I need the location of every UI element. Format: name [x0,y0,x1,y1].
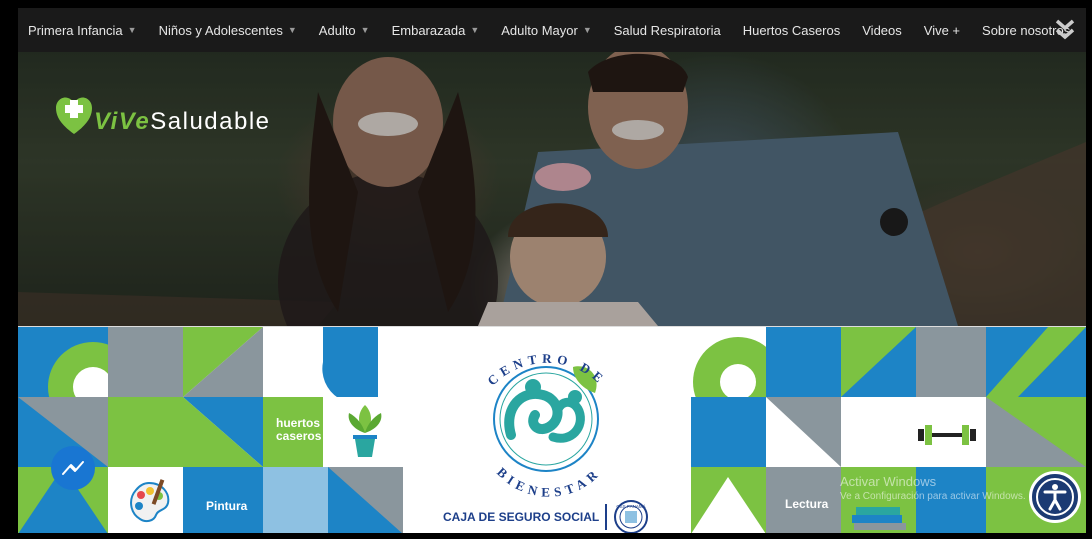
nav-item-salud-respiratoria[interactable]: Salud Respiratoria [614,23,721,38]
nav-item-ninos-adolescentes[interactable]: Niños y Adolescentes ▼ [159,23,297,38]
nav-item-label: Embarazada [391,22,466,38]
screen-frame: Primera Infancia ▼ Niños y Adolescentes ▼ … [0,0,1092,539]
nav-item-adulto-mayor[interactable]: Adulto Mayor ▼ [501,23,592,38]
nav-item-label: Salud Respiratoria [613,22,721,38]
paint-palette-icon [130,479,170,523]
browser-viewport: Primera Infancia ▼ Niños y Adolescentes ▼ … [18,8,1086,533]
css-seal-icon: CSS PANAMÁ [614,500,649,533]
caret-down-icon: ▼ [127,25,137,35]
accessibility-button[interactable] [1029,471,1081,523]
caret-down-icon: ▼ [287,25,297,35]
logo-vive-text: ViVe [94,108,151,135]
caret-down-icon: ▼ [582,25,592,35]
windows-activation-watermark: Activar Windows Ve a Configuración para … [840,474,1026,502]
tile-label-lectura: Lectura [785,497,829,511]
vive-saludable-logo[interactable]: ViVeSaludable [56,96,271,136]
messenger-chat-button[interactable] [51,446,95,490]
heart-cross-logo-icon [56,97,92,134]
caja-de-seguro-social-footer: CAJA DE SEGURO SOCIAL CSS PANAMÁ [443,499,649,533]
potted-plant-icon [348,405,382,457]
accessibility-icon [1036,478,1074,516]
seal-text: CSS PANAMÁ [617,503,646,509]
nav-item-label: Adulto Mayor [501,22,578,38]
nav-item-primera-infancia[interactable]: Primera Infancia ▼ [28,23,137,38]
nav-item-label: Niños y Adolescentes [158,22,283,38]
hero-image-family: ViVeSaludable [18,52,1086,326]
footer-divider [605,504,608,530]
logo-wordmark: ViVeSaludable [94,108,271,136]
org-name: CAJA DE SEGURO SOCIAL [443,510,600,524]
caret-down-icon: ▼ [360,25,370,35]
watermark-subtitle: Ve a Configuración para activar Windows. [840,491,1026,502]
dumbbell-icon [918,425,976,445]
main-navigation: Primera Infancia ▼ Niños y Adolescentes ▼ … [18,8,1086,52]
caret-down-icon: ▼ [470,25,480,35]
tile-label-huertos-caseros: huertos caseros [276,416,322,443]
nav-item-vive-plus[interactable]: Vive + [924,23,960,38]
nav-item-label: Vive + [923,22,961,38]
nav-item-label: Adulto [318,22,356,38]
nav-item-adulto[interactable]: Adulto ▼ [319,23,370,38]
nav-item-label: Primera Infancia [28,22,123,38]
nav-item-embarazada[interactable]: Embarazada ▼ [392,23,480,38]
messenger-icon [62,461,84,475]
nav-item-huertos-caseros[interactable]: Huertos Caseros [743,23,841,38]
watermark-title: Activar Windows [840,474,937,489]
hero-dark-overlay [18,52,1086,326]
logo-saludable-text: Saludable [150,108,271,135]
nav-item-label: Huertos Caseros [742,22,841,38]
nav-item-videos[interactable]: Videos [862,23,902,38]
tile-label-pintura: Pintura [206,499,248,513]
nav-item-label: Videos [862,22,902,38]
double-chevron-down-icon[interactable] [1054,18,1076,42]
